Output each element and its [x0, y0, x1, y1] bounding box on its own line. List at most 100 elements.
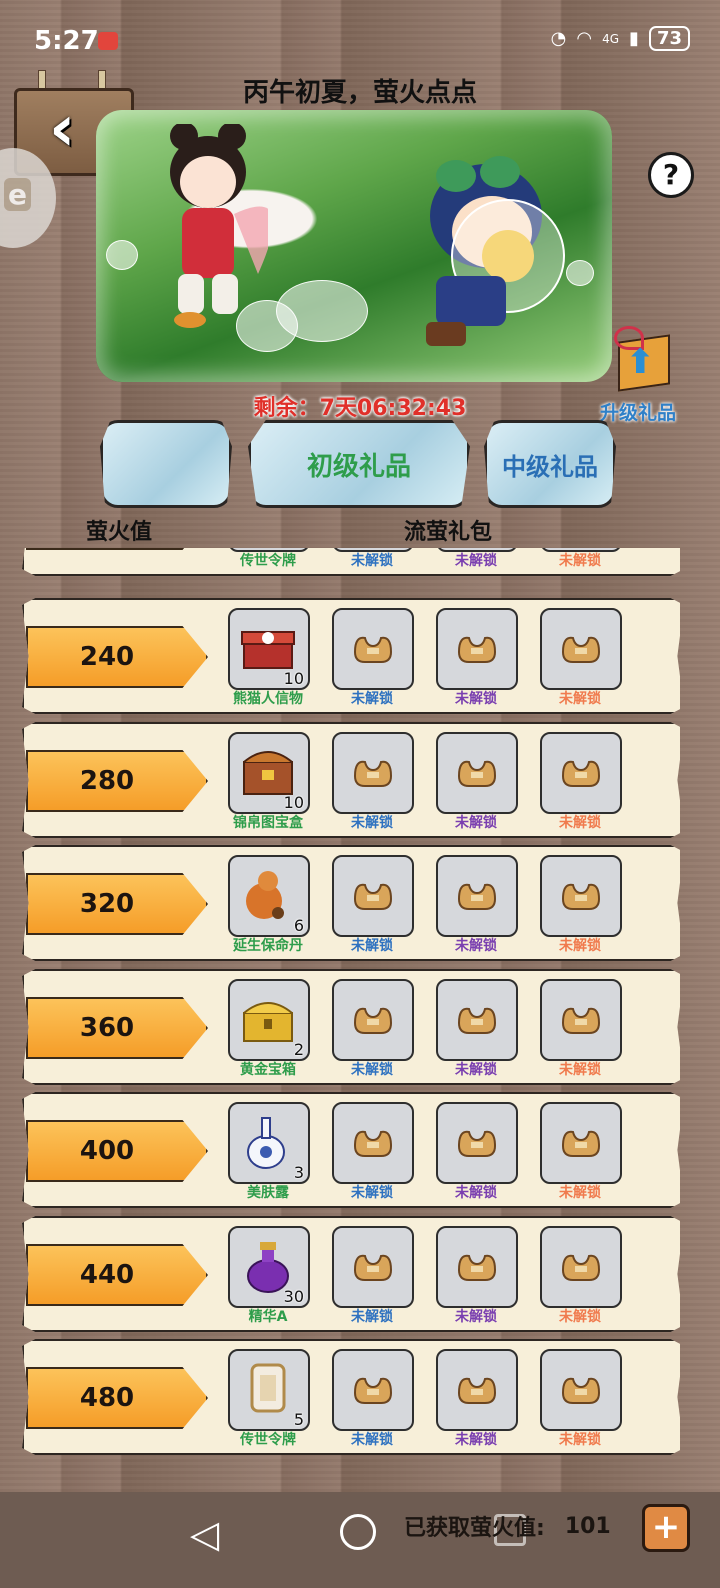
cloud-lock-icon	[353, 760, 393, 787]
floating-widget-label: e	[4, 178, 31, 211]
earned-firefly-value: 已获取萤火值: 101	[404, 1510, 611, 1542]
locked-slot[interactable]	[436, 979, 518, 1061]
girl-character-art	[170, 124, 268, 328]
tab-previous[interactable]	[100, 420, 232, 508]
reward-item-slot[interactable]: 6	[228, 855, 310, 937]
locked-label: 未解锁	[559, 553, 601, 569]
locked-slot[interactable]	[540, 1102, 622, 1184]
add-button[interactable]: +	[642, 1504, 690, 1552]
reward-item-slot[interactable]: 3	[228, 1102, 310, 1184]
locked-label: 未解锁	[559, 1062, 601, 1078]
locked-label: 未解锁	[455, 1432, 497, 1448]
battery-level: 73	[648, 26, 690, 51]
locked-label: 未解锁	[351, 1062, 393, 1078]
locked-label: 未解锁	[351, 1309, 393, 1325]
earned-label: 已获取萤火值:	[404, 1516, 545, 1541]
locked-slot[interactable]	[332, 732, 414, 814]
cloud-lock-icon	[561, 883, 601, 910]
signal-icon: ▮	[629, 28, 639, 49]
locked-slot[interactable]	[332, 979, 414, 1061]
locked-label: 未解锁	[351, 1185, 393, 1201]
help-button[interactable]: ?	[648, 152, 694, 198]
event-banner	[96, 110, 612, 382]
water-drop	[106, 240, 138, 270]
locked-slot[interactable]	[436, 732, 518, 814]
earned-value: 101	[564, 1513, 611, 1539]
elixir-gourd-icon	[246, 871, 284, 919]
upgrade-gift-button[interactable]: ⬆	[604, 322, 676, 394]
locked-slot[interactable]	[332, 1349, 414, 1431]
network-label: 4G	[602, 31, 620, 46]
event-title: 丙午初夏，萤火点点	[242, 78, 477, 108]
locked-slot[interactable]	[332, 1102, 414, 1184]
item-count: 10	[283, 669, 304, 688]
locked-label: 未解锁	[455, 815, 497, 831]
locked-slot[interactable]	[436, 1102, 518, 1184]
tab-basic-gift[interactable]: 初级礼品	[248, 420, 470, 508]
item-name: 传世令牌	[240, 553, 296, 569]
cloud-lock-icon	[353, 1377, 393, 1404]
locked-label: 未解锁	[559, 691, 601, 707]
cloud-lock-icon	[457, 636, 497, 663]
reward-row: 320 6 延生保命丹 未解锁 未解锁 未解锁	[22, 845, 680, 961]
firefly-value-tag: 280	[26, 750, 208, 812]
reward-row: 480 5 传世令牌 未解锁 未解锁 未解锁	[22, 1339, 680, 1455]
speed-icon: ◔	[550, 28, 567, 49]
cloud-lock-icon	[457, 883, 497, 910]
cloud-lock-icon	[457, 1007, 497, 1034]
tab-intermediate-gift[interactable]: 中级礼品	[484, 420, 616, 508]
reward-item-slot[interactable]: 2	[228, 979, 310, 1061]
column-header-gift: 流萤礼包	[404, 520, 493, 545]
cloud-lock-icon	[561, 1007, 601, 1034]
locked-label: 未解锁	[559, 815, 601, 831]
cloud-lock-icon	[561, 760, 601, 787]
gold-chest-icon	[243, 1002, 293, 1042]
locked-slot[interactable]	[540, 1226, 622, 1308]
locked-slot[interactable]	[540, 855, 622, 937]
arrow-up-icon: ⬆	[626, 342, 655, 382]
item-count: 10	[283, 793, 304, 812]
item-name: 延生保命丹	[233, 938, 303, 954]
locked-slot[interactable]	[332, 855, 414, 937]
locked-label: 未解锁	[455, 1062, 497, 1078]
firefly-value-tag: 320	[26, 873, 208, 935]
item-count: 3	[293, 1163, 304, 1182]
tab-basic-gift-label: 初级礼品	[306, 451, 411, 482]
item-name: 黄金宝箱	[240, 1062, 296, 1078]
reward-item-slot[interactable]: 5	[228, 1349, 310, 1431]
locked-label: 未解锁	[351, 1432, 393, 1448]
reward-item-slot[interactable]: 10	[228, 732, 310, 814]
status-bar: 5:27 ◔ ◠ 4G ▮ 73	[0, 0, 720, 80]
locked-slot[interactable]	[436, 1226, 518, 1308]
locked-label: 未解锁	[455, 1309, 497, 1325]
item-count: 2	[293, 1040, 304, 1059]
status-time: 5:27	[34, 26, 99, 56]
reward-item-slot[interactable]: 30	[228, 1226, 310, 1308]
water-drop	[566, 260, 594, 286]
locked-slot[interactable]	[332, 608, 414, 690]
locked-slot[interactable]	[540, 608, 622, 690]
cloud-lock-icon	[561, 1254, 601, 1281]
locked-label: 未解锁	[351, 938, 393, 954]
locked-slot[interactable]	[436, 608, 518, 690]
item-name: 熊猫人信物	[233, 691, 303, 707]
locked-slot[interactable]	[540, 732, 622, 814]
firefly-value-tag: 440	[26, 1244, 208, 1306]
tab-intermediate-gift-label: 中级礼品	[502, 452, 598, 481]
porcelain-bottle-icon	[247, 1117, 285, 1169]
locked-slot[interactable]	[540, 979, 622, 1061]
water-drop	[276, 280, 368, 342]
item-name: 美肤露	[247, 1185, 289, 1201]
cloud-lock-icon	[353, 883, 393, 910]
locked-slot[interactable]	[332, 1226, 414, 1308]
reward-list[interactable]: 5传世令牌未解锁未解锁未解锁24010熊猫人信物未解锁未解锁未解锁28010锦帛…	[22, 548, 680, 1456]
firefly-value-tag: 400	[26, 1120, 208, 1182]
locked-slot[interactable]	[436, 855, 518, 937]
locked-slot[interactable]	[436, 1349, 518, 1431]
nav-home-icon[interactable]	[340, 1514, 376, 1550]
cloud-lock-icon	[561, 1377, 601, 1404]
nav-back-icon[interactable]: ◁	[190, 1512, 219, 1556]
locked-label: 未解锁	[455, 938, 497, 954]
locked-slot[interactable]	[540, 1349, 622, 1431]
reward-item-slot[interactable]: 10	[228, 608, 310, 690]
